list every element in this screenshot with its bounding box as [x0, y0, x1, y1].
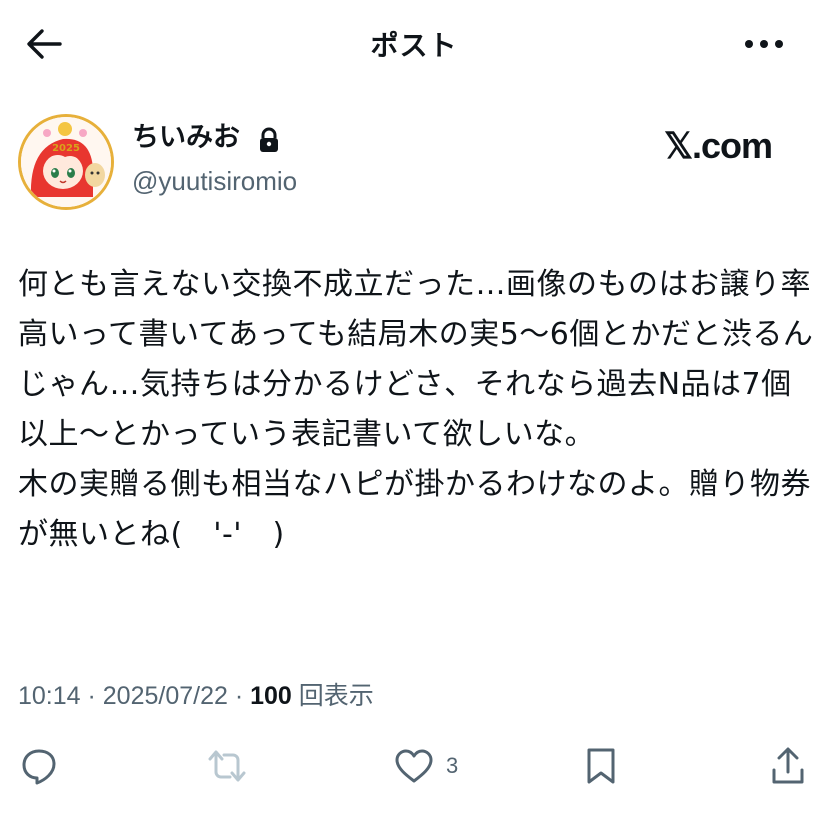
post-text: 何とも言えない交換不成立だった…画像のものはお譲り率高いって書いてあっても結局木… [18, 267, 814, 552]
meta-separator: · [227, 682, 251, 710]
reply-icon [22, 749, 56, 785]
like-count: 3 [446, 753, 459, 778]
views-count: 100 [250, 682, 292, 710]
repost-icon [208, 750, 246, 782]
display-name[interactable]: ちいみお [132, 120, 240, 156]
more-options-button[interactable] [734, 22, 794, 66]
post-time[interactable]: 10:14 [18, 682, 81, 710]
repost-button[interactable] [206, 744, 248, 788]
user-handle[interactable]: @yuutisiromio [132, 164, 297, 198]
bookmark-button[interactable] [584, 744, 618, 788]
x-com-watermark: 𝕏.com [664, 125, 773, 166]
more-horizontal-icon [745, 40, 783, 48]
reply-button[interactable] [20, 744, 58, 788]
post-date[interactable]: 2025/07/22 [103, 682, 228, 710]
anime-avatar: 2025 [21, 117, 111, 207]
bookmark-icon [587, 748, 615, 784]
page-title: ポスト [370, 29, 458, 62]
post-meta: 10:14 · 2025/07/22 · 100 回表示 [18, 678, 374, 714]
avatar-year: 2025 [52, 143, 80, 154]
meta-separator: · [80, 682, 103, 710]
avatar[interactable]: 2025 [18, 114, 114, 210]
views-label: 回表示 [291, 682, 374, 710]
like-button[interactable]: 3 [394, 744, 458, 788]
heart-icon [395, 749, 433, 783]
share-button[interactable] [770, 744, 806, 788]
share-icon [772, 747, 804, 784]
lock-icon [258, 127, 280, 153]
